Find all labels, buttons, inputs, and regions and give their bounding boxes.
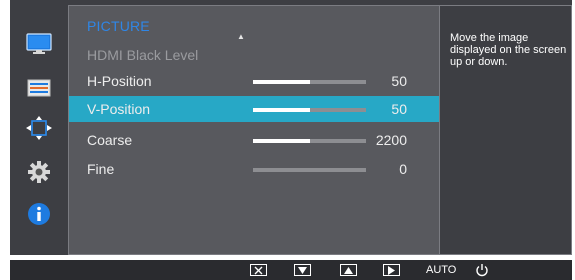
power-icon[interactable] xyxy=(475,263,489,277)
picture-icon[interactable] xyxy=(24,30,54,58)
menu-item-h-position[interactable]: H-Position 50 xyxy=(69,68,439,94)
v-position-slider[interactable] xyxy=(253,108,366,112)
auto-label: AUTO xyxy=(426,264,457,276)
menu-item-value: 2200 xyxy=(375,132,407,148)
auto-button[interactable]: AUTO xyxy=(426,263,456,277)
up-triangle-icon[interactable] xyxy=(340,263,357,277)
fine-slider[interactable] xyxy=(253,168,366,172)
h-position-slider[interactable] xyxy=(253,80,366,84)
right-triangle-icon[interactable] xyxy=(383,263,400,277)
menu-item-label: HDMI Black Level xyxy=(87,47,199,63)
onscreen-display-icon[interactable] xyxy=(24,74,54,102)
menu-title: PICTURE xyxy=(87,18,150,34)
osd-sidebar xyxy=(10,0,68,255)
menu-item-label: H-Position xyxy=(87,73,152,89)
menu-item-label: Fine xyxy=(87,161,115,177)
menu-item-hdmi-black-level[interactable]: HDMI Black Level xyxy=(69,42,439,68)
coarse-slider[interactable] xyxy=(253,139,366,143)
close-x-icon[interactable] xyxy=(250,263,267,277)
help-panel: Move the image displayed on the screen u… xyxy=(440,5,572,255)
menu-item-value: 50 xyxy=(391,73,407,89)
menu-item-label: V-Position xyxy=(87,101,151,117)
menu-item-coarse[interactable]: Coarse 2200 xyxy=(69,127,439,153)
help-text: Move the image displayed on the screen u… xyxy=(450,32,567,68)
menu-item-v-position[interactable]: V-Position 50 xyxy=(69,96,439,122)
scroll-up-icon[interactable]: ▲ xyxy=(237,32,245,41)
menu-item-value: 50 xyxy=(391,101,407,117)
menu-item-label: Coarse xyxy=(87,132,133,148)
menu-item-fine[interactable]: Fine 0 xyxy=(69,156,439,182)
settings-gear-icon[interactable] xyxy=(24,158,54,186)
position-arrows-icon[interactable] xyxy=(24,114,54,142)
down-triangle-icon[interactable] xyxy=(294,263,311,277)
menu-item-value: 0 xyxy=(399,161,407,177)
button-guide-bar: AUTO xyxy=(10,260,572,280)
information-icon[interactable] xyxy=(24,200,54,228)
picture-menu-panel: PICTURE ▲ HDMI Black Level H-Position 50… xyxy=(68,5,440,255)
